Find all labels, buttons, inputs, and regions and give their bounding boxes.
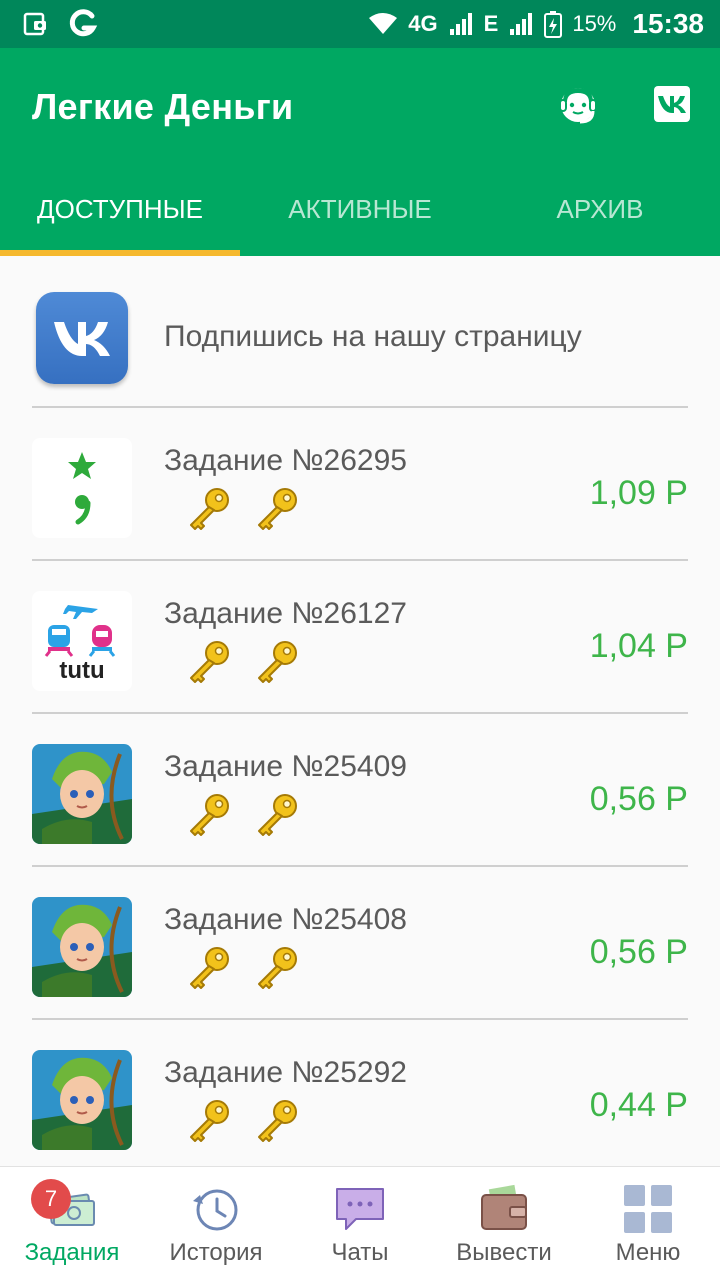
vk-logo-icon	[658, 96, 686, 113]
task-price: 0,44 Р	[589, 1086, 688, 1124]
history-icon	[193, 1189, 238, 1231]
key-icon	[190, 641, 229, 683]
app-bar: Легкие Деньги ДОСТУПНЫЕ АКТИВНЫЕ АРХИВ	[0, 48, 720, 256]
task-title: Задание №25408	[164, 903, 407, 936]
vk-app-icon	[36, 292, 128, 384]
tutu-app-icon: tutu	[32, 591, 132, 691]
task-list: Подпишись на нашу страницу Задание №2629…	[0, 256, 720, 1164]
star-comma-app-icon	[32, 438, 132, 538]
nav-label: Чаты	[331, 1239, 389, 1266]
task-row[interactable]: tutu Задание №26127 1,04 Р	[0, 561, 720, 712]
signal-icon-secondary	[510, 13, 533, 35]
grid-menu-icon	[624, 1185, 672, 1233]
archer-game-icon	[32, 1050, 132, 1150]
status-bar: 4G E 15% 15:38	[0, 0, 720, 48]
nav-label: Задания	[24, 1239, 120, 1266]
task-row[interactable]: Задание №26295 1,09 Р	[0, 408, 720, 559]
task-row[interactable]: Задание №25409 0,56 Р	[0, 714, 720, 865]
tab-active[interactable]: АКТИВНЫЕ	[240, 176, 480, 256]
key-icon	[190, 947, 229, 989]
wallet-icon	[481, 1184, 527, 1230]
app-title: Легкие Деньги	[32, 86, 294, 127]
task-title: Задание №25292	[164, 1056, 407, 1089]
nav-menu[interactable]: Меню	[576, 1167, 720, 1280]
archer-graphic	[32, 1050, 132, 1150]
nav-label: Вывести	[456, 1239, 552, 1266]
task-keys	[184, 639, 300, 687]
network-type: 4G	[408, 11, 438, 36]
status-notifications	[22, 8, 100, 40]
nav-label: История	[169, 1239, 263, 1266]
task-price: 0,56 Р	[589, 780, 688, 818]
archer-game-icon	[32, 897, 132, 997]
vk-icon[interactable]	[654, 86, 690, 122]
task-title: Задание №26295	[164, 444, 407, 477]
nav-tasks[interactable]: 7 Задания	[0, 1167, 144, 1280]
task-price: 1,09 Р	[589, 474, 688, 512]
task-row[interactable]: Задание №25292 0,44 Р	[0, 1020, 720, 1164]
network-type-secondary: E	[483, 11, 499, 36]
support-agent-icon[interactable]	[556, 84, 600, 128]
wifi-icon	[369, 13, 398, 34]
task-row[interactable]: Задание №25408 0,56 Р	[0, 867, 720, 1018]
signal-icon	[449, 13, 472, 35]
battery-percent: 15%	[572, 11, 617, 36]
task-price: 1,04 Р	[589, 627, 688, 665]
key-icon	[258, 641, 297, 683]
vk-subscribe-row[interactable]: Подпишись на нашу страницу	[0, 256, 720, 406]
key-icon	[258, 947, 297, 989]
task-title: Задание №26127	[164, 597, 407, 630]
key-icon	[258, 488, 297, 530]
key-icon	[190, 1100, 229, 1142]
nav-withdraw[interactable]: Вывести	[432, 1167, 576, 1280]
tasks-count-badge: 7	[31, 1179, 71, 1219]
tutu-text: tutu	[59, 657, 105, 684]
task-price: 0,56 Р	[589, 933, 688, 971]
task-keys	[184, 1098, 300, 1146]
tab-archive[interactable]: АРХИВ	[480, 176, 720, 256]
archer-game-icon	[32, 744, 132, 844]
vk-subscribe-text: Подпишись на нашу страницу	[164, 320, 582, 353]
key-icon	[190, 488, 229, 530]
chat-icon	[336, 1188, 384, 1230]
status-indicators: 4G E 15% 15:38	[368, 8, 704, 40]
bottom-nav: 7 Задания История Чаты Вывести Меню	[0, 1166, 720, 1280]
task-title: Задание №25409	[164, 750, 407, 783]
nav-chats[interactable]: Чаты	[288, 1167, 432, 1280]
key-icon	[258, 794, 297, 836]
key-icon	[258, 1100, 297, 1142]
nav-history[interactable]: История	[144, 1167, 288, 1280]
tab-available[interactable]: ДОСТУПНЫЕ	[0, 176, 240, 256]
task-keys	[184, 792, 300, 840]
nav-label: Меню	[615, 1239, 681, 1266]
vk-logo-icon	[54, 322, 110, 356]
task-keys	[184, 945, 300, 993]
star-comma-graphic	[68, 452, 96, 525]
archer-graphic	[32, 744, 132, 844]
key-icon	[190, 794, 229, 836]
task-keys	[184, 486, 300, 534]
g-app-icon	[69, 9, 98, 37]
clock: 15:38	[632, 8, 704, 39]
archer-graphic	[32, 897, 132, 997]
tab-bar: ДОСТУПНЫЕ АКТИВНЫЕ АРХИВ	[0, 176, 720, 256]
battery-charging-icon	[544, 11, 563, 38]
screenshot-notification-icon	[23, 12, 46, 36]
